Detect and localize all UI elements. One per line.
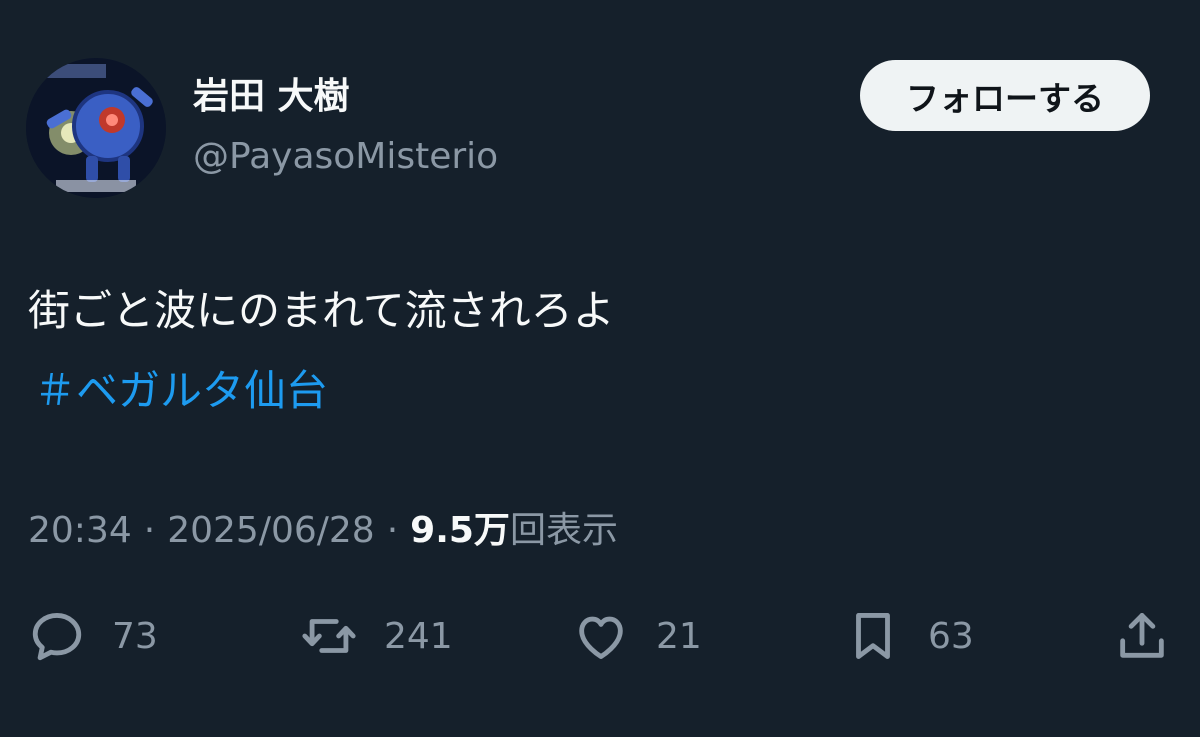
reply-button[interactable]: 73 xyxy=(28,600,158,672)
tweet-container: 岩田 大樹 @PayasoMisterio フォローする 街ごと波にのまれて流さ… xyxy=(0,0,1200,737)
share-button[interactable] xyxy=(1113,600,1171,672)
follow-button[interactable]: フォローする xyxy=(860,60,1150,131)
author-display-name[interactable]: 岩田 大樹 xyxy=(193,72,350,122)
views-label: 回表示 xyxy=(509,510,618,551)
tweet-date[interactable]: 2025/06/28 xyxy=(167,505,375,557)
retweet-icon xyxy=(302,619,356,653)
like-count: 21 xyxy=(656,615,702,657)
views-count[interactable]: 9.5万 xyxy=(410,505,510,557)
meta-separator: · xyxy=(143,510,156,551)
tweet-time[interactable]: 20:34 xyxy=(28,505,132,557)
tweet-meta: 20:34 · 2025/06/28 · 9.5万 回表示 xyxy=(28,505,618,557)
retweet-count: 241 xyxy=(384,615,453,657)
avatar[interactable] xyxy=(26,58,166,198)
author-handle[interactable]: @PayasoMisterio xyxy=(193,132,498,182)
tweet-text: 街ごと波にのまれて流されろよ xyxy=(28,286,615,335)
bookmark-icon xyxy=(856,613,890,659)
hashtag-link[interactable]: ＃ベガルタ仙台 xyxy=(34,360,328,422)
action-bar: 73 241 21 63 xyxy=(0,600,1200,672)
retweet-button[interactable]: 241 xyxy=(300,600,453,672)
reply-count: 73 xyxy=(112,615,158,657)
bookmark-button[interactable]: 63 xyxy=(844,600,974,672)
bookmark-count: 63 xyxy=(928,615,974,657)
meta-separator: · xyxy=(386,510,399,551)
like-button[interactable]: 21 xyxy=(572,600,702,672)
avatar-image xyxy=(26,58,166,198)
reply-icon xyxy=(32,613,82,661)
share-icon xyxy=(1120,613,1164,658)
heart-icon xyxy=(579,616,623,659)
